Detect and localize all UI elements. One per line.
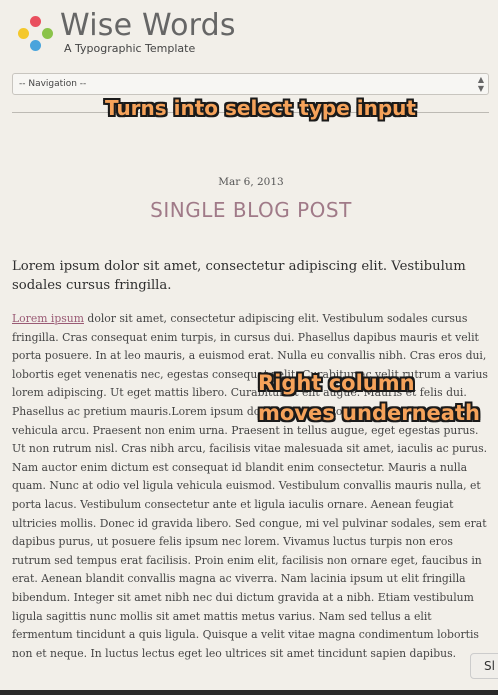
post-body: Lorem ipsum dolor sit amet, consectetur …: [12, 310, 490, 663]
annotation-column-note-line2: moves underneath: [258, 401, 480, 425]
chevron-up-down-icon: ▲ ▼: [477, 75, 484, 93]
post-body-text: dolor sit amet, consectetur adipiscing e…: [12, 312, 488, 660]
post-title: SINGLE BLOG POST: [150, 198, 352, 222]
post-body-link[interactable]: Lorem ipsum: [12, 312, 84, 325]
site-brand[interactable]: Wise Words A Typographic Template: [18, 8, 278, 56]
post-date: Mar 6, 2013: [218, 176, 284, 188]
navigation-select[interactable]: -- Navigation -- ▲ ▼: [12, 73, 489, 95]
annotation-select-note: Turns into select type input: [105, 96, 416, 120]
site-title[interactable]: Wise Words: [60, 8, 236, 43]
annotation-column-note: Right column moves underneath: [258, 368, 480, 428]
site-tagline: A Typographic Template: [64, 42, 196, 55]
annotation-column-note-line1: Right column: [258, 371, 415, 395]
post-lead: Lorem ipsum dolor sit amet, consectetur …: [12, 259, 466, 293]
bottom-bar: [0, 690, 498, 695]
logo-icon: [18, 16, 54, 52]
slide-tab-button[interactable]: Sl: [470, 653, 498, 679]
navigation-select-value: -- Navigation --: [19, 79, 87, 89]
